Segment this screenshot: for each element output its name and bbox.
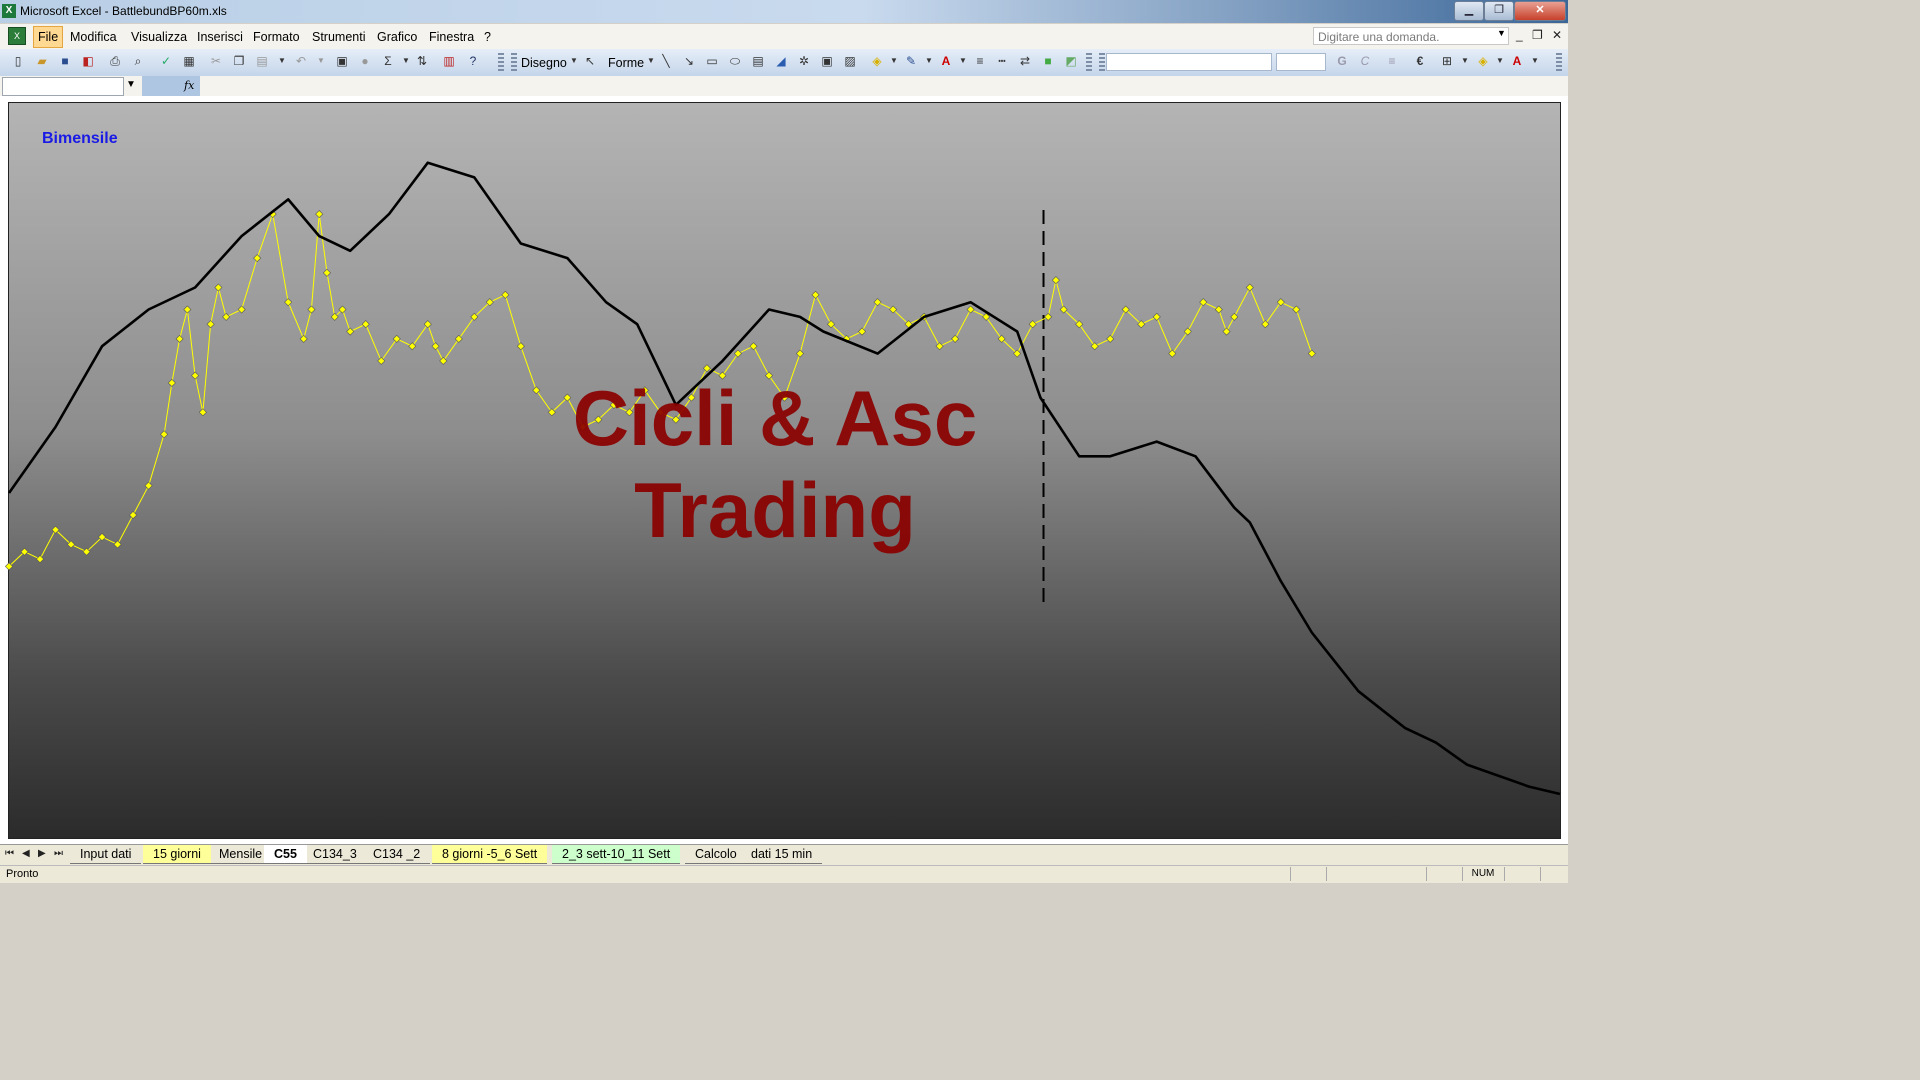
sheet-tab-mensile[interactable]: Mensile [209,845,273,864]
data-point-marker [237,305,246,314]
data-point-marker [144,481,153,490]
data-point-marker [795,349,805,358]
data-point-marker [439,356,448,365]
data-point-marker [1028,320,1037,329]
status-cell [1540,867,1567,881]
data-point-marker [129,511,138,520]
data-point-marker [516,342,525,351]
data-point-marker [214,283,223,292]
data-point-marker [1276,298,1285,307]
status-cell [1426,867,1461,881]
data-point-marker [222,312,231,321]
sheet-tab-input-dati[interactable]: Input dati [70,845,142,864]
data-point-marker [1222,327,1231,336]
data-point-marker [253,254,262,263]
data-point-marker [1292,305,1301,314]
data-point-marker [858,327,867,336]
data-point-marker [299,334,308,343]
data-point-marker [284,298,293,307]
data-point-marker [966,305,975,314]
prev-sheet-icon[interactable]: ◀ [22,848,30,859]
sheet-tab-calcolo[interactable]: Calcolo [685,845,747,864]
data-point-marker [749,342,758,351]
data-point-marker [532,386,541,395]
sheet-tabs-bar: ⏮ ◀ ▶ ⏭ Input dati 15 giorni Mensile C55… [0,844,1568,866]
data-point-marker [423,320,432,329]
data-point-marker [454,334,463,343]
data-point-marker [198,408,207,417]
data-point-marker [1090,342,1099,351]
data-point-marker [501,290,510,299]
data-point-marker [160,430,169,439]
sheet-tab-c55[interactable]: C55 [264,845,307,864]
data-point-marker [1214,305,1223,314]
data-point-marker [873,298,882,307]
status-text: Pronto [6,868,39,880]
data-point-marker [1230,312,1239,321]
data-point-marker [315,210,324,219]
sheet-tab-15-giorni[interactable]: 15 giorni [143,845,211,864]
data-point-marker [1245,283,1254,292]
chart-period-label: Bimensile [42,130,118,147]
data-point-marker [191,371,200,380]
data-point-marker [951,334,960,343]
sheet-tab-c134-2[interactable]: C134 _2 [363,845,431,864]
data-point-marker [1168,349,1177,358]
watermark-text: Cicli & Asc Trading [572,374,978,554]
data-point-marker [733,349,742,358]
data-point-marker [408,342,417,351]
data-point-marker [346,327,355,336]
data-point-marker [431,342,440,351]
sheet-tab-c134-3[interactable]: C134_3 [303,845,367,864]
data-point-marker [811,290,820,299]
last-sheet-icon[interactable]: ⏭ [54,848,63,859]
data-point-marker [35,555,45,564]
data-point-marker [322,268,331,277]
data-point-marker [702,364,711,373]
sheet-tab-8-giorni[interactable]: 8 giorni -5_6 Sett [432,845,548,864]
data-point-marker [935,342,944,351]
data-point-marker [1307,349,1316,358]
next-sheet-icon[interactable]: ▶ [38,848,46,859]
num-lock-indicator: NUM [1462,867,1503,881]
data-point-marker [1261,320,1270,329]
status-cell [1504,867,1539,881]
data-point-marker [206,320,215,329]
data-point-marker [1183,327,1192,336]
data-point-marker [1152,312,1161,321]
sheet-tab-2-3-sett[interactable]: 2_3 sett-10_11 Sett [552,845,681,864]
status-bar: Pronto NUM [0,865,1568,883]
data-point-marker [392,334,401,343]
data-point-marker [307,305,316,314]
data-point-marker [1199,298,1208,307]
data-point-marker [377,356,386,365]
data-point-marker [1106,334,1115,343]
data-point-marker [361,320,370,329]
status-cell [1290,867,1325,881]
data-point-marker [113,540,122,549]
data-point-marker [1051,276,1060,285]
status-cell [1326,867,1361,881]
data-point-marker [183,305,192,314]
data-point-marker [175,334,184,343]
data-point-marker [167,378,176,387]
sheet-tab-dati-15-min[interactable]: dati 15 min [741,845,823,864]
data-point-marker [1044,312,1053,321]
first-sheet-icon[interactable]: ⏮ [5,848,14,859]
